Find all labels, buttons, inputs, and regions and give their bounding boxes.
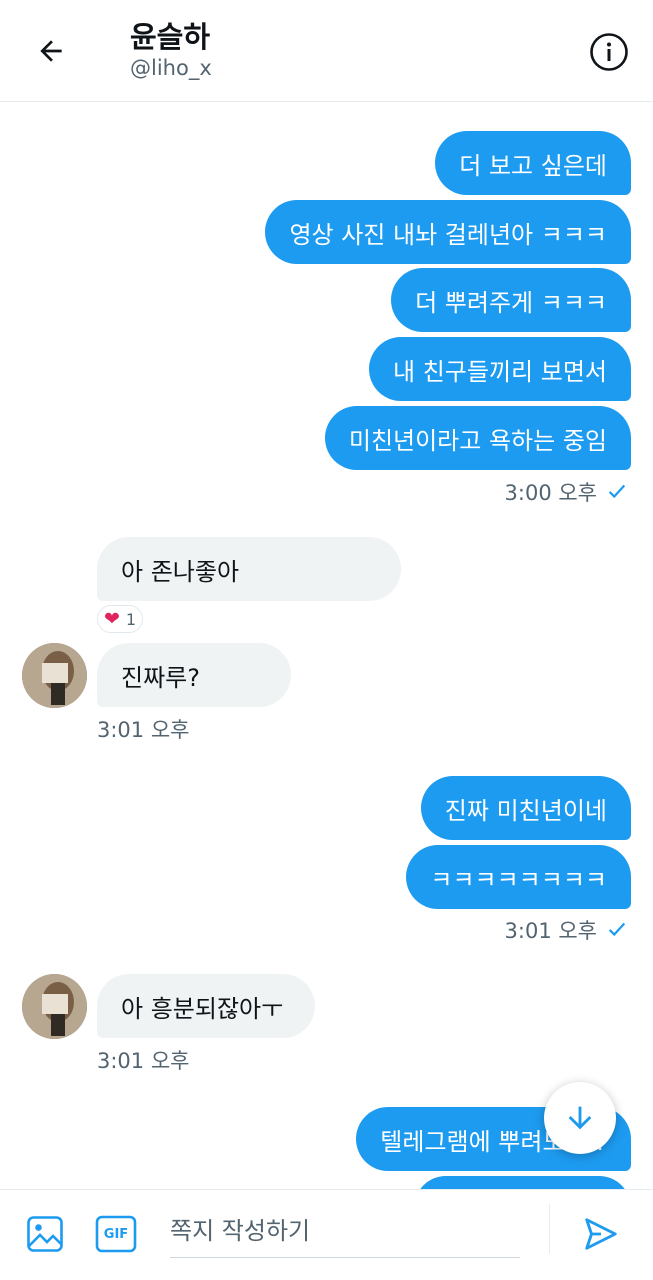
message-timestamp: 3:01 오후 bbox=[97, 1049, 190, 1073]
media-button[interactable] bbox=[23, 1212, 67, 1256]
back-button[interactable] bbox=[30, 30, 72, 72]
read-check-icon bbox=[608, 484, 626, 499]
gif-label: GIF bbox=[103, 1226, 129, 1242]
message-input-wrapper bbox=[170, 1204, 520, 1258]
sent-message[interactable]: 영상 사진 내놔 걸레년아 ㅋㅋㅋ bbox=[265, 200, 631, 264]
scroll-to-bottom-button[interactable] bbox=[544, 1082, 616, 1154]
arrow-down-icon bbox=[568, 1106, 592, 1130]
sent-message[interactable]: 진짜 미친년이네 bbox=[420, 776, 631, 840]
read-check-icon bbox=[608, 922, 626, 937]
message-composer: GIF bbox=[0, 1189, 653, 1280]
arrow-left-icon bbox=[40, 40, 62, 62]
sent-message[interactable]: 내 친구들끼리 보면서 bbox=[369, 337, 631, 401]
image-icon bbox=[27, 1216, 63, 1252]
info-circle-icon bbox=[590, 33, 628, 71]
sent-message[interactable]: 미친년이라고 욕하는 중임 bbox=[324, 406, 631, 470]
heart-icon: ❤ bbox=[104, 608, 120, 630]
conversation-header: 윤슬하 @liho_x bbox=[0, 0, 653, 102]
sent-message[interactable]: ㅋㅋㅋㅋㅋㅋㅋㅋ bbox=[406, 845, 631, 909]
send-icon bbox=[585, 1218, 617, 1250]
avatar[interactable] bbox=[22, 974, 87, 1039]
received-message[interactable]: 아 존나좋아 bbox=[97, 537, 401, 601]
sent-message[interactable]: 더 뿌려주게 ㅋㅋㅋ bbox=[391, 268, 631, 332]
send-button[interactable] bbox=[579, 1212, 623, 1256]
contact-name[interactable]: 윤슬하 bbox=[130, 14, 210, 56]
gif-button[interactable]: GIF bbox=[94, 1212, 138, 1256]
message-reaction[interactable]: ❤ 1 bbox=[97, 605, 144, 633]
avatar-photo bbox=[22, 974, 87, 1039]
message-input[interactable] bbox=[170, 1204, 520, 1257]
avatar-photo bbox=[22, 643, 87, 708]
reaction-count: 1 bbox=[125, 609, 137, 629]
composer-divider bbox=[549, 1204, 550, 1254]
conversation-info-button[interactable] bbox=[587, 30, 631, 74]
message-timestamp: 3:00 오후 bbox=[504, 481, 597, 505]
message-timestamp: 3:01 오후 bbox=[504, 919, 597, 943]
received-message[interactable]: 아 흥분되잖아ㅜ bbox=[97, 974, 315, 1038]
message-timestamp: 3:01 오후 bbox=[97, 718, 190, 742]
contact-handle: @liho_x bbox=[130, 56, 212, 80]
sent-message[interactable]: 더 보고 싶은데 bbox=[435, 131, 631, 195]
received-message[interactable]: 진짜루? bbox=[97, 643, 291, 707]
avatar[interactable] bbox=[22, 643, 87, 708]
